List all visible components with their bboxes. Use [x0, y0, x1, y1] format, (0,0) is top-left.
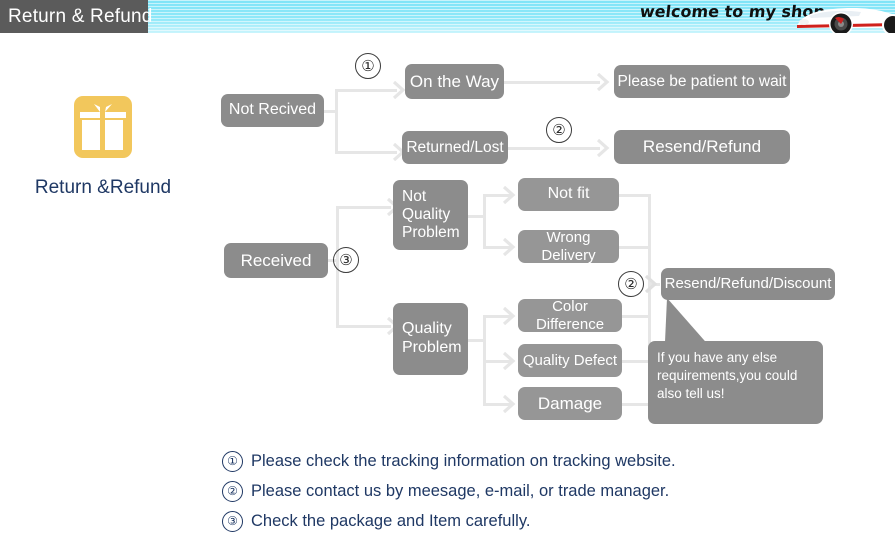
arrow-to-damage — [503, 395, 516, 413]
node-wrong-delivery[interactable]: Wrong Delivery — [518, 229, 619, 264]
connector-to-returnedlost — [335, 151, 397, 154]
merge-colordifference — [622, 315, 651, 318]
node-quality-problem[interactable]: Quality Problem — [393, 303, 468, 375]
connector-notquality-split — [483, 194, 486, 249]
connector-to-ontheway — [335, 89, 397, 92]
gift-box-icon — [74, 96, 132, 158]
node-received[interactable]: Received — [224, 243, 328, 278]
node-damage[interactable]: Damage — [518, 387, 622, 420]
brand-block: Return &Refund — [18, 96, 188, 199]
node-quality-defect[interactable]: Quality Defect — [518, 344, 622, 377]
arrow-to-color-difference — [503, 307, 516, 325]
node-returned-lost[interactable]: Returned/Lost — [402, 131, 508, 164]
note-text: Please check the tracking information on… — [251, 451, 676, 470]
arrow-to-quality-defect — [503, 352, 516, 370]
note-row: ② Please contact us by meesage, e-mail, … — [222, 476, 862, 506]
sports-car-icon — [797, 8, 895, 33]
brand-label: Return &Refund — [34, 177, 172, 198]
marker-2-top: ② — [546, 117, 572, 143]
note-text: Check the package and Item carefully. — [251, 511, 531, 530]
note-number-icon: ② — [222, 480, 243, 502]
merge-notfit — [619, 194, 651, 197]
note-row: ③ Check the package and Item carefully. — [222, 506, 862, 536]
node-please-be-patient[interactable]: Please be patient to wait — [614, 65, 790, 98]
connector-to-quality — [336, 325, 391, 328]
header-banner: Return & Refund welcome to my shop — [0, 0, 895, 33]
marker-3: ③ — [333, 247, 359, 273]
connector-notreceived-out — [322, 110, 337, 113]
connector-notquality-stem — [468, 215, 485, 218]
merge-wrongdelivery — [619, 246, 651, 249]
merge-qualitydefect — [622, 360, 651, 363]
connector-to-notquality — [336, 206, 391, 209]
node-not-quality-problem[interactable]: Not Quality Problem — [393, 180, 468, 250]
note-text: Please contact us by meesage, e-mail, or… — [251, 481, 670, 500]
connector-quality-split — [483, 315, 486, 403]
note-number-icon: ③ — [222, 510, 243, 532]
arrow-to-wrong-delivery — [503, 238, 516, 256]
arrow-to-resend-refund-discount — [645, 275, 658, 293]
merge-damage — [622, 403, 651, 406]
note-number-icon: ① — [222, 450, 243, 472]
note-row: ① Please check the tracking information … — [222, 446, 862, 476]
node-on-the-way[interactable]: On the Way — [405, 64, 504, 99]
arrow-to-not-fit — [503, 186, 516, 204]
connector-ontheway-to-wait — [504, 81, 600, 84]
connector-quality-stem — [468, 339, 485, 342]
arrow-to-resend-refund — [597, 139, 610, 157]
node-not-fit[interactable]: Not fit — [518, 178, 619, 211]
connector-returnedlost-to-resend — [508, 147, 600, 150]
return-refund-infographic: Return & Refund welcome to my shop Retur… — [0, 0, 895, 553]
connector-notreceived-split — [335, 89, 338, 154]
marker-1-top: ① — [355, 53, 381, 79]
page-title: Return & Refund — [0, 0, 152, 33]
footer-notes: ① Please check the tracking information … — [222, 446, 862, 536]
node-resend-refund[interactable]: Resend/Refund — [614, 130, 790, 164]
node-not-received[interactable]: Not Recived — [221, 94, 324, 127]
marker-2-bottom: ② — [618, 271, 644, 297]
arrow-to-please-wait — [597, 73, 610, 91]
node-color-difference[interactable]: Color Difference — [518, 298, 622, 333]
callout-bubble: If you have any else requirements,you co… — [648, 341, 823, 424]
